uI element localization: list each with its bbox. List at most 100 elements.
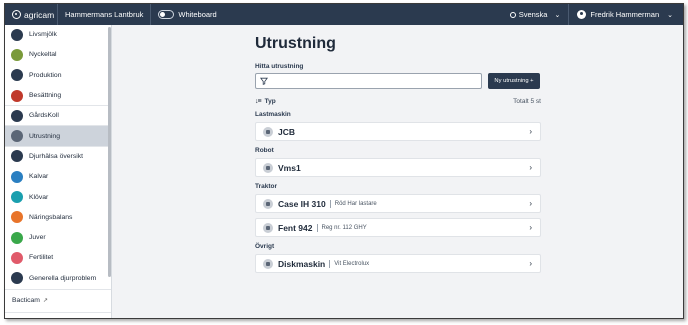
- chevron-right-icon: ›: [529, 199, 532, 208]
- equipment-description: Vit Electrolux: [329, 259, 369, 268]
- sidebar-scrollbar[interactable]: [108, 27, 111, 277]
- equipment-row[interactable]: JCB ›: [255, 122, 541, 141]
- equipment-row[interactable]: Diskmaskin Vit Electrolux ›: [255, 254, 541, 273]
- sidebar-item-gårdskoll[interactable]: GårdsKoll: [5, 106, 111, 127]
- group-header: Lastmaskin: [255, 111, 291, 118]
- topbar-divider: [150, 4, 152, 25]
- chart-icon: [11, 48, 23, 61]
- main-content: Utrustning Hitta utrustning Ny utrustnin…: [255, 25, 541, 273]
- bars-icon: [11, 69, 23, 82]
- animal-icon: [11, 272, 23, 285]
- sidebar-item-label: Kalvar: [29, 173, 49, 181]
- sidebar-item-produktion[interactable]: Produktion: [5, 66, 111, 86]
- chevron-right-icon: ›: [529, 163, 532, 172]
- sidebar-item-label: Besättning: [29, 92, 62, 100]
- top-bar: agricam Hammermans Lantbruk Whiteboard S…: [5, 4, 683, 25]
- fertility-icon: [11, 251, 23, 264]
- whiteboard-toggle[interactable]: [158, 10, 175, 19]
- sidebar-item-label: Utrustning: [29, 132, 60, 140]
- page-title: Utrustning: [255, 35, 336, 52]
- whiteboard-label: Whiteboard: [178, 10, 217, 19]
- group-header: Övrigt: [255, 243, 275, 250]
- agricam-logo[interactable]: agricam: [5, 10, 57, 20]
- chevron-right-icon: ›: [529, 223, 532, 232]
- heart-icon: [11, 150, 23, 163]
- app-window: agricam Hammermans Lantbruk Whiteboard S…: [4, 3, 684, 319]
- sidebar-item-näringsbalans[interactable]: Näringsbalans: [5, 208, 111, 228]
- sidebar-item-label: Generella djurproblem: [29, 274, 97, 282]
- equipment-name: Fent 942: [278, 222, 313, 233]
- user-icon: [577, 10, 587, 19]
- equipment-name: Case IH 310: [278, 198, 326, 209]
- sidebar-item-label: Klövar: [29, 193, 49, 201]
- chevron-down-icon: ⌄: [554, 11, 561, 19]
- nutrition-icon: [11, 211, 23, 224]
- cow-icon: [11, 89, 23, 102]
- equipment-icon: [263, 126, 273, 137]
- external-link-label: Bacticam: [12, 297, 40, 305]
- total-count: Totalt 5 st: [513, 98, 541, 105]
- sidebar-item-label: GårdsKoll: [29, 112, 59, 120]
- chevron-right-icon: ›: [529, 127, 532, 136]
- equipment-list: Lastmaskin JCB › Robot Vms1 › Traktor Case IH 3…: [255, 111, 541, 273]
- equipment-icon: [263, 162, 273, 173]
- chevron-right-icon: ›: [529, 259, 532, 268]
- farm-icon: [11, 109, 23, 122]
- sort-label[interactable]: Typ: [265, 98, 276, 105]
- equipment-icon: [263, 258, 273, 269]
- new-equipment-button[interactable]: Ny utrustning +: [488, 73, 540, 89]
- equipment-description: Röd Har lastare: [329, 199, 377, 208]
- equipment-name: Diskmaskin: [278, 258, 326, 269]
- sort-icon[interactable]: ↓≡: [255, 98, 262, 105]
- globe-icon: [509, 11, 516, 18]
- equipment-name: Vms1: [278, 162, 301, 173]
- sidebar-item-label: Juver: [29, 234, 46, 242]
- user-menu[interactable]: Fredrik Hammerman ⌄: [569, 4, 683, 25]
- sidebar-item-utrustning[interactable]: Utrustning: [5, 126, 111, 147]
- calf-icon: [11, 170, 23, 183]
- sidebar-item-besättning[interactable]: Besättning: [5, 86, 111, 107]
- sidebar-item-label: Fertilitet: [29, 254, 54, 262]
- language-selector[interactable]: Svenska ⌄: [509, 10, 569, 19]
- chevron-down-icon: ⌄: [667, 11, 673, 19]
- sidebar-item-label: Nyckeltal: [29, 51, 57, 59]
- sidebar-item-label: Produktion: [29, 71, 62, 79]
- external-links: Bacticam↗KetosKoll↗: [5, 288, 111, 318]
- sidebar-item-klövar[interactable]: Klövar: [5, 187, 111, 207]
- sidebar-item-nyckeltal[interactable]: Nyckeltal: [5, 45, 111, 65]
- sidebar-nav: Livsmjölk Nyckeltal Produktion Besättning Gå…: [5, 25, 111, 289]
- equipment-description: Reg nr. 112 GHY: [316, 223, 367, 232]
- sidebar-item-generella-djurproblem[interactable]: Generella djurproblem: [5, 269, 111, 289]
- sidebar-item-fertilitet[interactable]: Fertilitet: [5, 248, 111, 268]
- group-header: Traktor: [255, 183, 278, 190]
- sidebar-item-juver[interactable]: Juver: [5, 228, 111, 248]
- sidebar-item-livsmjölk[interactable]: Livsmjölk: [5, 25, 111, 45]
- sidebar-item-djurhälsa-översikt[interactable]: Djurhälsa översikt: [5, 147, 111, 167]
- user-name: Fredrik Hammerman: [590, 10, 660, 19]
- brand-name: agricam: [24, 9, 55, 20]
- search-label: Hitta utrustning: [255, 63, 304, 70]
- sidebar-item-label: Djurhälsa översikt: [29, 152, 84, 160]
- agricam-logo-icon: [12, 10, 21, 19]
- sidebar-item-label: Näringsbalans: [29, 213, 73, 221]
- group-header: Robot: [255, 147, 274, 154]
- equipment-icon: [263, 222, 273, 233]
- filter-icon: [260, 77, 268, 85]
- equipment-name: JCB: [278, 126, 296, 137]
- external-link-bacticam[interactable]: Bacticam ↗: [5, 288, 111, 312]
- sidebar: Livsmjölk Nyckeltal Produktion Besättning Gå…: [5, 25, 112, 318]
- external-link-ketoskoll[interactable]: KetosKoll↗: [5, 311, 111, 318]
- search-input[interactable]: [255, 73, 482, 89]
- hoof-icon: [11, 191, 23, 204]
- external-link-icon: ↗: [42, 298, 48, 305]
- equipment-icon: [263, 198, 273, 209]
- equipment-row[interactable]: Case IH 310 Röd Har lastare ›: [255, 194, 541, 213]
- pulse-icon: [11, 28, 23, 41]
- udder-icon: [11, 231, 23, 244]
- sidebar-item-label: Livsmjölk: [29, 31, 57, 39]
- equipment-row[interactable]: Fent 942 Reg nr. 112 GHY ›: [255, 218, 541, 237]
- equipment-row[interactable]: Vms1 ›: [255, 158, 541, 177]
- equipment-icon: [11, 130, 23, 143]
- farm-name[interactable]: Hammermans Lantbruk: [58, 10, 150, 19]
- sidebar-item-kalvar[interactable]: Kalvar: [5, 167, 111, 187]
